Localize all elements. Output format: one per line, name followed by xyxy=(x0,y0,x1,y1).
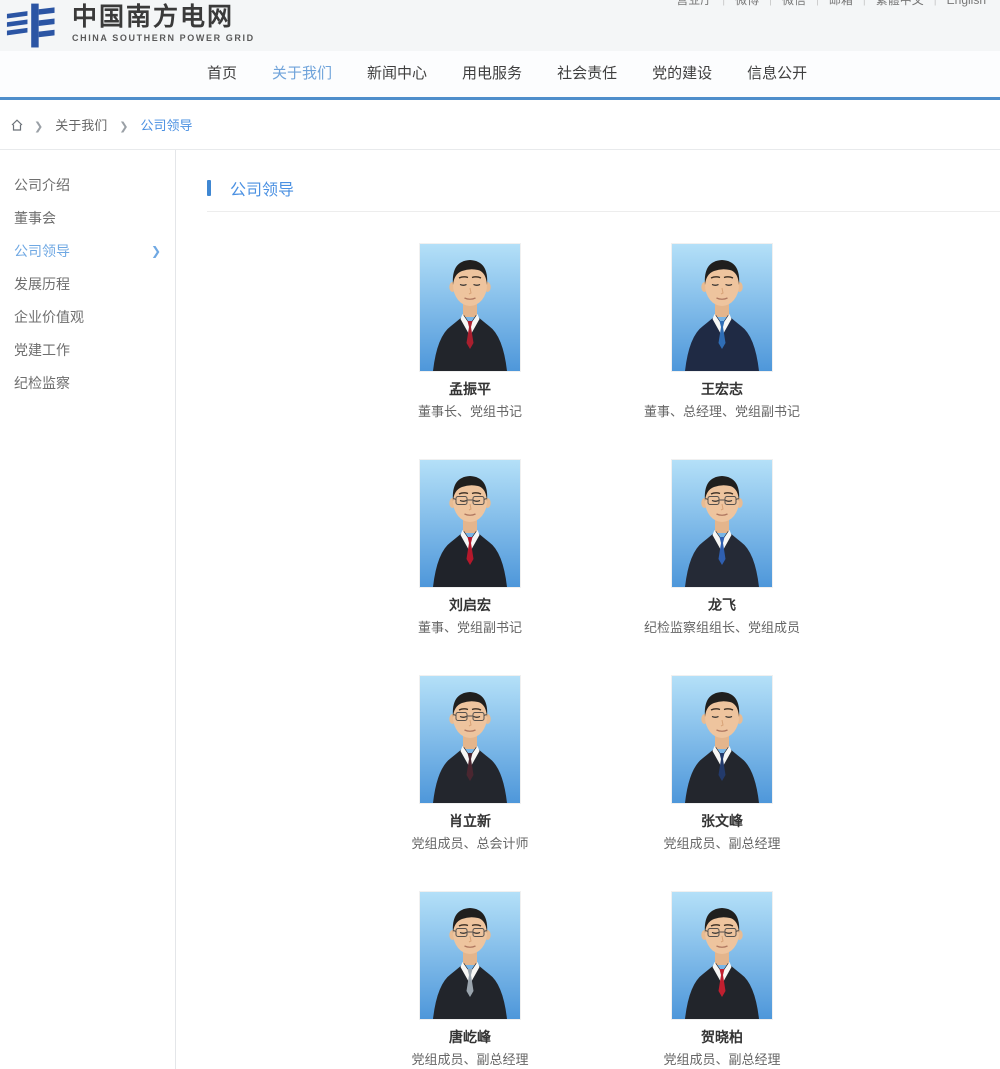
nav-item-6[interactable]: 信息公开 xyxy=(747,51,807,97)
sidebar-item-5[interactable]: 党建工作❯ xyxy=(0,334,175,367)
leader-photo xyxy=(420,244,520,371)
nav-item-2[interactable]: 新闻中心 xyxy=(367,51,427,97)
sidebar-menu: 公司介绍❯董事会❯公司领导 ❯发展历程❯企业价值观❯党建工作❯纪检监察❯ xyxy=(0,150,176,1069)
leader-title: 党组成员、副总经理 xyxy=(663,1051,780,1068)
leader-card: 张文峰党组成员、副总经理 xyxy=(596,676,848,852)
leader-card: 刘启宏董事、党组副书记 xyxy=(344,460,596,636)
leader-name: 肖立新 xyxy=(449,813,491,830)
leader-photo xyxy=(672,676,772,803)
leader-title: 董事、总经理、党组副书记 xyxy=(644,403,800,420)
section-accent-bar xyxy=(207,180,211,196)
top-link-4[interactable]: 繁體中文 xyxy=(876,0,924,8)
sidebar-item-label: 发展历程 xyxy=(14,268,70,301)
leader-name: 贺晓柏 xyxy=(701,1029,743,1046)
breadcrumb-item-1[interactable]: 公司领导 xyxy=(140,118,192,133)
content-area: 公司领导 孟振平董事长、党组书记 xyxy=(176,150,1000,1069)
nav-item-5[interactable]: 党的建设 xyxy=(652,51,712,97)
section-header: 公司领导 xyxy=(207,176,1000,212)
nav-item-3[interactable]: 用电服务 xyxy=(462,51,522,97)
nav-item-1[interactable]: 关于我们 xyxy=(272,51,332,97)
top-link-separator: | xyxy=(863,0,866,6)
breadcrumb-trail: ❯ 关于我们 ❯ 公司领导 xyxy=(28,115,198,134)
leader-photo xyxy=(672,892,772,1019)
leader-card: 肖立新党组成员、总会计师 xyxy=(344,676,596,852)
sidebar-item-2[interactable]: 公司领导 ❯ xyxy=(0,235,175,268)
main-area: 公司介绍❯董事会❯公司领导❯发展历程❯企业价值观❯党建工作❯纪检监察❯ 公司领导… xyxy=(0,150,1000,1069)
nav-item-0[interactable]: 首页 xyxy=(207,51,237,97)
top-link-3[interactable]: 邮箱 xyxy=(829,0,853,8)
leader-name: 孟振平 xyxy=(449,381,491,398)
sidebar-item-1[interactable]: 董事会❯ xyxy=(0,202,175,235)
top-utility-links: 营业厅 | 微博 | 微信 | 邮箱 | 繁體中文 | English xyxy=(676,0,986,8)
leader-card: 龙飞纪检监察组组长、党组成员 xyxy=(596,460,848,636)
leaders-grid: 孟振平董事长、党组书记 王宏志董事、总经理、党组副书记 xyxy=(344,244,1000,1069)
sidebar-item-label: 企业价值观 xyxy=(14,301,84,334)
sidebar-item-0[interactable]: 公司介绍❯ xyxy=(0,169,175,202)
sidebar-item-3[interactable]: 发展历程❯ xyxy=(0,268,175,301)
top-link-5[interactable]: English xyxy=(947,0,986,7)
breadcrumb-arrow-icon: ❯ xyxy=(34,121,43,133)
breadcrumb-arrow-icon: ❯ xyxy=(119,121,128,133)
leader-name: 唐屹峰 xyxy=(449,1029,491,1046)
leader-card: 孟振平董事长、党组书记 xyxy=(344,244,596,420)
sidebar-item-label: 党建工作 xyxy=(14,334,70,367)
top-link-2[interactable]: 微信 xyxy=(782,0,806,8)
sidebar-item-6[interactable]: 纪检监察❯ xyxy=(0,367,175,400)
leader-card: 唐屹峰党组成员、副总经理 xyxy=(344,892,596,1068)
brand-logo[interactable]: 中国南方电网 CHINA SOUTHERN POWER GRID xyxy=(6,2,255,50)
breadcrumb-item-0[interactable]: 关于我们 xyxy=(55,118,107,133)
leader-name: 刘启宏 xyxy=(449,597,491,614)
sidebar-item-label: 公司介绍 xyxy=(14,169,70,202)
leader-title: 纪检监察组组长、党组成员 xyxy=(644,619,800,636)
sidebar-item-label: 纪检监察 xyxy=(14,367,70,400)
leader-title: 党组成员、副总经理 xyxy=(663,835,780,852)
leader-title: 党组成员、总会计师 xyxy=(411,835,528,852)
home-icon[interactable] xyxy=(10,118,24,132)
brand-text: 中国南方电网 CHINA SOUTHERN POWER GRID xyxy=(72,2,255,43)
main-nav: 首页关于我们新闻中心用电服务社会责任党的建设信息公开 xyxy=(207,51,807,97)
page: 营业厅 | 微博 | 微信 | 邮箱 | 繁體中文 | English 中国南方电网 CHINA S… xyxy=(0,0,1000,1069)
leader-title: 党组成员、副总经理 xyxy=(411,1051,528,1068)
leader-name: 张文峰 xyxy=(701,813,743,830)
leader-photo xyxy=(672,244,772,371)
top-link-1[interactable]: 微博 xyxy=(735,0,759,8)
brand-name-en: CHINA SOUTHERN POWER GRID xyxy=(72,33,255,43)
top-link-separator: | xyxy=(769,0,772,6)
top-link-separator: | xyxy=(934,0,937,6)
sidebar-item-label: 公司领导 xyxy=(14,235,70,268)
leader-photo xyxy=(420,676,520,803)
page-title: 公司领导 xyxy=(230,176,294,200)
leader-name: 龙飞 xyxy=(708,597,736,614)
top-link-0[interactable]: 营业厅 xyxy=(676,0,712,8)
sidebar-item-label: 董事会 xyxy=(14,202,56,235)
brand-name-cn: 中国南方电网 xyxy=(72,2,255,32)
breadcrumb: ❯ 关于我们 ❯ 公司领导 xyxy=(0,100,1000,150)
top-link-separator: | xyxy=(722,0,725,6)
top-link-separator: | xyxy=(816,0,819,6)
leader-card: 王宏志董事、总经理、党组副书记 xyxy=(596,244,848,420)
nav-item-4[interactable]: 社会责任 xyxy=(557,51,617,97)
chevron-right-icon: ❯ xyxy=(151,235,161,268)
leader-photo xyxy=(672,460,772,587)
leader-photo xyxy=(420,892,520,1019)
site-header: 营业厅 | 微博 | 微信 | 邮箱 | 繁體中文 | English 中国南方电网 CHINA S… xyxy=(0,0,1000,100)
sidebar-item-4[interactable]: 企业价值观❯ xyxy=(0,301,175,334)
leader-title: 董事长、党组书记 xyxy=(418,403,522,420)
leader-title: 董事、党组副书记 xyxy=(418,619,522,636)
leader-card: 贺晓柏党组成员、副总经理 xyxy=(596,892,848,1068)
leader-photo xyxy=(420,460,520,587)
csg-logo-icon xyxy=(6,2,62,50)
leader-name: 王宏志 xyxy=(701,381,743,398)
